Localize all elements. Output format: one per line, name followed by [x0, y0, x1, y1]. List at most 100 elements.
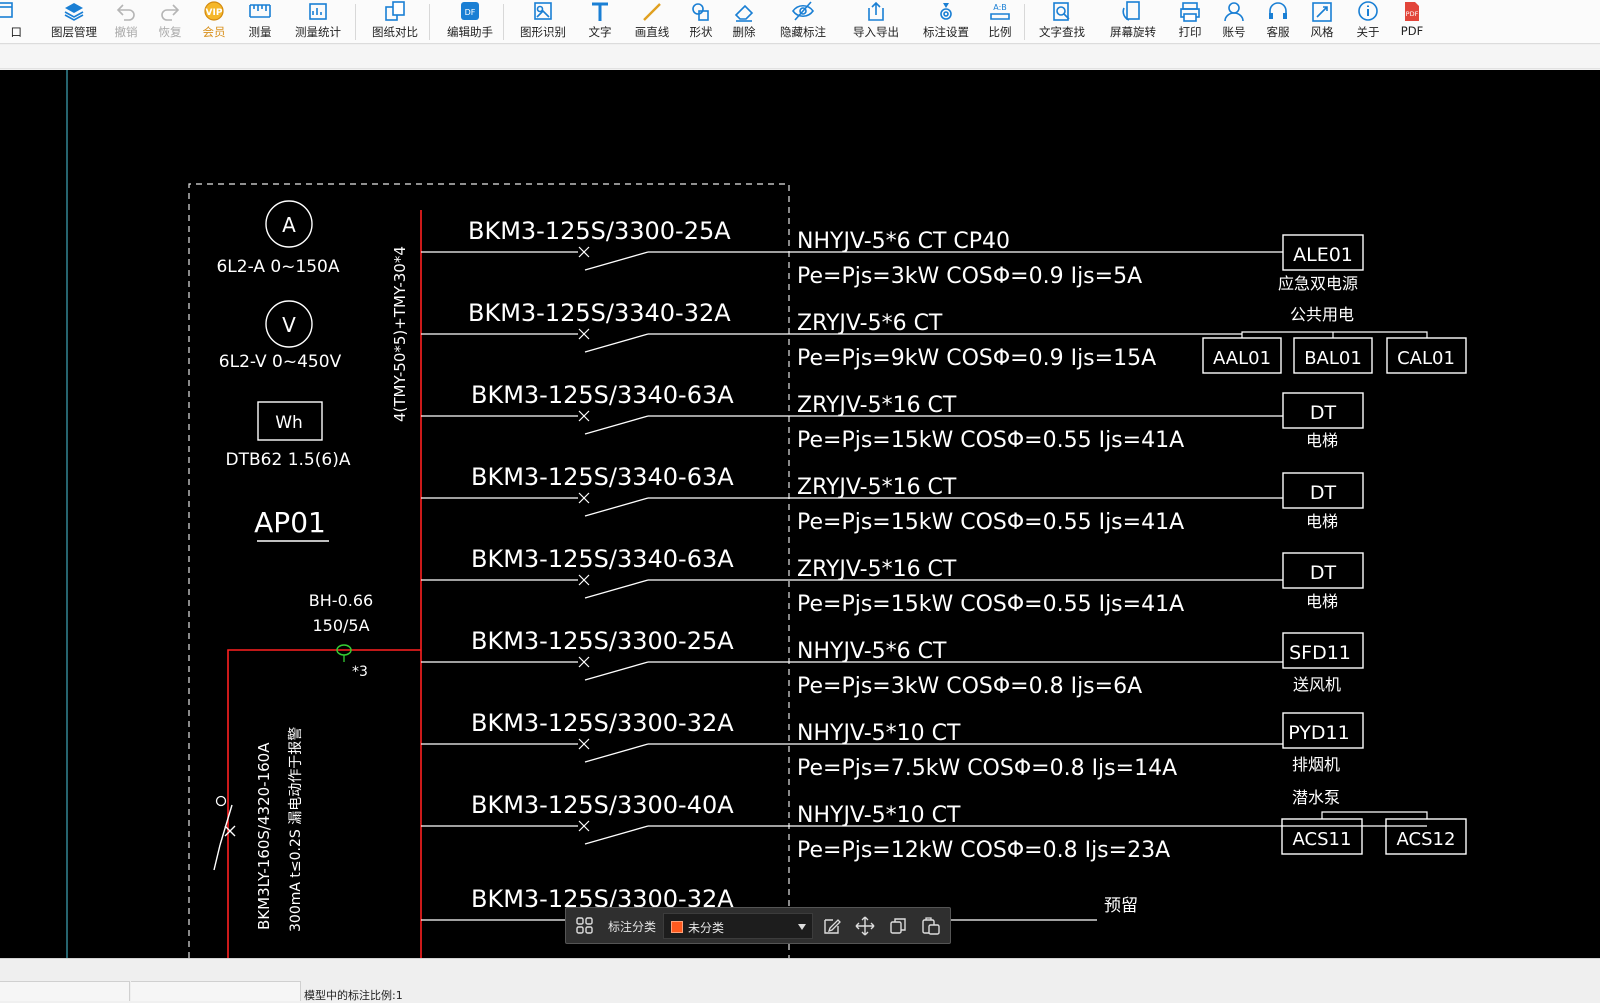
- toolbar-label: 测量统计: [295, 25, 341, 39]
- toolbar-button-ruler[interactable]: 测量: [239, 0, 281, 43]
- paste-icon[interactable]: [921, 916, 941, 936]
- toolbar-label: 会员: [202, 25, 226, 39]
- feeder-circuits: BKM3-125S/3300-25A NHYJV-5*6 CT CP40 Pe=Pj…: [421, 217, 1427, 921]
- toolbar-label: 形状: [689, 25, 713, 39]
- cable-label: ZRYJV-5*16 CT: [797, 475, 957, 500]
- feeder-circuit: BKM3-125S/3340-63A ZRYJV-5*16 CT Pe=Pjs=15…: [421, 381, 1283, 453]
- toolbar-label: 图纸对比: [372, 25, 418, 39]
- annotation-floating-toolbar: 标注分类 未分类: [565, 907, 951, 944]
- toolbar-button-shape[interactable]: 形状: [683, 0, 719, 43]
- copy-icon[interactable]: [888, 916, 908, 936]
- load-data-label: Pe=Pjs=9kW COSΦ=0.9 Ijs=15A: [797, 346, 1156, 371]
- feeder-circuit: BKM3-125S/3340-63A ZRYJV-5*16 CT Pe=Pjs=15…: [421, 545, 1283, 617]
- toolbar-label: 关于: [1356, 25, 1380, 39]
- toolbar-button-redo[interactable]: 恢复: [152, 0, 188, 43]
- breaker-contact: [584, 579, 649, 599]
- status-cell: [131, 981, 301, 1001]
- toolbar-button-shape-recognition[interactable]: 图形识别: [510, 0, 576, 43]
- load-dt-2: DT: [1310, 482, 1337, 504]
- main-toolbar: 口 图层管理 撤销 恢复 VIP 会员 测量 测量统计 图纸对比 DF 编辑助手 图形识别 文字 画直线 形…: [0, 0, 1600, 44]
- toolbar-button-headset[interactable]: 客服: [1260, 0, 1296, 43]
- toolbar-button-line[interactable]: 画直线: [628, 0, 676, 43]
- load-cal01: CAL01: [1397, 348, 1455, 369]
- cable-label: NHYJV-5*6 CT CP40: [797, 229, 1010, 254]
- toolbar-button-style[interactable]: 风格: [1304, 0, 1340, 43]
- load-public-desc: 公共用电: [1290, 305, 1354, 324]
- toolbar-label: 导入导出: [853, 25, 899, 39]
- toolbar-button-printer[interactable]: 打印: [1172, 0, 1208, 43]
- toolbar-button-info[interactable]: 关于: [1350, 0, 1386, 43]
- voltmeter-label: 6L2-V 0~450V: [219, 352, 342, 372]
- cable-label: NHYJV-5*10 CT: [797, 721, 961, 746]
- load-data-label: Pe=Pjs=15kW COSΦ=0.55 Ijs=41A: [797, 428, 1184, 453]
- toolbar-button-hide-eye[interactable]: 隐藏标注: [771, 0, 835, 43]
- toolbar-label: 测量: [248, 25, 272, 39]
- toolbar-button-rotate-screen[interactable]: 屏幕旋转: [1100, 0, 1166, 43]
- main-breaker-label: BKM3LY-160S/4320-160A: [255, 742, 273, 930]
- toolbar-label: 隐藏标注: [780, 25, 826, 39]
- cable-label: NHYJV-5*10 CT: [797, 803, 961, 828]
- load-data-label: Pe=Pjs=3kW COSΦ=0.8 Ijs=6A: [797, 674, 1142, 699]
- toolbar-label: 文字查找: [1039, 25, 1085, 39]
- toolbar-button-annotation-settings[interactable]: 标注设置: [914, 0, 978, 43]
- feeder-circuit: BKM3-125S/3340-32A ZRYJV-5*6 CT Pe=Pjs=9kW…: [421, 299, 1242, 371]
- svg-text:A:B: A:B: [993, 3, 1007, 12]
- cable-label: ZRYJV-5*16 CT: [797, 393, 957, 418]
- toolbar-button-measure-stats[interactable]: 测量统计: [287, 0, 349, 43]
- load-acs12: ACS12: [1397, 829, 1456, 850]
- feeder-circuit: BKM3-125S/3300-32A NHYJV-5*10 CT Pe=Pjs=7.…: [421, 709, 1283, 781]
- ct-ratio-label: 150/5A: [312, 616, 369, 635]
- breaker-label: BKM3-125S/3340-63A: [471, 381, 734, 409]
- toolbar-label: 恢复: [158, 25, 182, 39]
- load-data-label: Pe=Pjs=3kW COSΦ=0.9 Ijs=5A: [797, 264, 1142, 289]
- grid-view-icon[interactable]: [575, 916, 595, 936]
- toolbar-button-import-export[interactable]: 导入导出: [845, 0, 907, 43]
- edit-icon[interactable]: [822, 916, 842, 936]
- toolbar-button-edit-assistant[interactable]: DF 编辑助手: [436, 0, 504, 43]
- toolbar-button-window[interactable]: 口: [0, 0, 22, 43]
- toolbar-label: PDF: [1400, 24, 1424, 38]
- toolbar-label: 客服: [1266, 25, 1290, 39]
- toolbar-separator: [1024, 4, 1025, 40]
- load-ale01-desc: 应急双电源: [1278, 274, 1358, 293]
- toolbar-button-compare[interactable]: 图纸对比: [363, 0, 427, 43]
- feeder-circuit: BKM3-125S/3300-40A NHYJV-5*10 CT Pe=Pjs=12…: [421, 791, 1427, 863]
- move-icon[interactable]: [855, 916, 875, 936]
- breaker-label: BKM3-125S/3300-25A: [471, 627, 734, 655]
- toolbar-separator: [355, 4, 356, 40]
- load-data-label: Pe=Pjs=15kW COSΦ=0.55 Ijs=41A: [797, 592, 1184, 617]
- breaker-label: BKM3-125S/3340-63A: [471, 463, 734, 491]
- load-pyd11: PYD11: [1288, 722, 1349, 744]
- breaker-contact: [584, 825, 649, 845]
- watthour-meter-letter: Wh: [275, 413, 303, 433]
- toolbar-button-undo[interactable]: 撤销: [108, 0, 144, 43]
- breaker-contact: [584, 333, 649, 353]
- toolbar-button-pdf[interactable]: PDF PDF: [1396, 0, 1428, 43]
- toolbar-button-account[interactable]: 账号: [1216, 0, 1252, 43]
- toolbar-button-vip[interactable]: VIP 会员: [196, 0, 232, 43]
- busbar-spec-label: 4(TMY-50*5)+TMY-30*4: [391, 246, 409, 422]
- toolbar-label: 画直线: [634, 25, 670, 39]
- breaker-contact: [584, 743, 649, 763]
- toolbar-button-text[interactable]: 文字: [584, 0, 616, 43]
- annotation-category-select[interactable]: 未分类: [663, 913, 813, 939]
- breaker-label: BKM3-125S/3300-40A: [471, 791, 734, 819]
- toolbar-label: 屏幕旋转: [1110, 25, 1156, 39]
- toolbar-label: 编辑助手: [447, 25, 493, 39]
- toolbar-button-scale[interactable]: A:B 比例: [984, 0, 1016, 43]
- ct-model-label: BH-0.66: [309, 591, 373, 610]
- secondary-toolbar-strip: [0, 45, 1600, 69]
- toolbar-label: 文字: [588, 25, 612, 39]
- load-aal01: AAL01: [1213, 348, 1271, 369]
- toolbar-label: 图层管理: [51, 25, 97, 39]
- toolbar-button-text-search[interactable]: 文字查找: [1032, 0, 1092, 43]
- toolbar-button-layers[interactable]: 图层管理: [38, 0, 110, 43]
- ct-count-label: *3: [352, 664, 368, 680]
- toolbar-button-eraser[interactable]: 删除: [726, 0, 762, 43]
- annotation-scale-text: 模型中的标注比例:1: [304, 989, 403, 1002]
- drawing-canvas[interactable]: A 6L2-A 0~150A V 6L2-V 0~450V Wh DTB62 1…: [0, 70, 1600, 958]
- breaker-label: BKM3-125S/3340-32A: [468, 299, 731, 327]
- status-bar: 模型中的标注比例:1: [0, 958, 1600, 1002]
- load-data-label: Pe=Pjs=7.5kW COSΦ=0.8 Ijs=14A: [797, 756, 1177, 781]
- toolbar-label: 图形识别: [520, 25, 566, 39]
